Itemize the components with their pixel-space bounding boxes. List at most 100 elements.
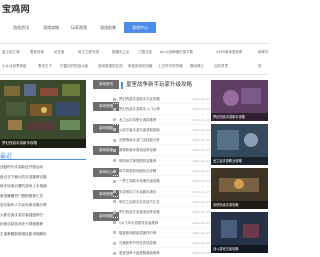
news-date: 2021-01-23 [192,210,210,215]
thumbnail-card[interactable]: 剑侠情缘手游攻略 [211,168,268,209]
list-item[interactable]: 新手玩家必看的游戏上手指南 [0,182,86,192]
news-date: 2021-01-23 [192,230,210,235]
tag-link[interactable]: 奇迹系统的战备 [128,61,153,71]
list-item[interactable]: 奇迹暖暖热门搭配推荐汇总 [0,192,86,202]
tag-link[interactable]: 游戏英雄的生死 [98,61,123,71]
nav-item-videos[interactable]: 玩家视频 [66,22,92,33]
left-list-divider [0,159,86,160]
news-date: 2021-01-23 [192,220,210,225]
thumbnail-column: 梦幻西游手游新手攻略 龙之谷手游职业攻略 剑侠情缘手游攻略 战斗游戏王者攻略 [211,80,268,256]
bullet-icon [113,169,116,173]
tag-link[interactable]: 三国万品 [138,47,152,57]
bullet-icon [113,107,116,111]
tag-link[interactable]: gtr斗战神魂记录下载 [160,47,193,57]
tag-link[interactable]: 4399游戏进攻奇 [216,47,242,57]
news-row[interactable]: 明日之后新手生存技巧汇总 2021-01-23 [113,197,210,208]
news-row[interactable]: 龙之谷手游职业选择推荐 2021-01-23 [113,115,210,125]
thumbnail-card[interactable]: 梦幻西游手游新手攻略 [211,80,268,121]
main-nav: 游戏资讯 游戏攻略 玩家视频 游戏前景 游戏中心 [0,22,268,34]
news-row[interactable]: 皇室战争卡组搭配最新推荐 2021-01-23 [113,248,210,257]
news-title: 明日之后新手生存技巧汇总 [119,199,160,204]
tag-link[interactable]: 上古时代的灵魂 [158,61,183,71]
featured-slide-image [0,80,86,148]
list-item[interactable]: 王者荣耀新英雄技能详细解析 [0,230,86,240]
tag-link[interactable]: 帝王之弈光恒 [78,47,99,57]
bullet-icon [113,241,116,245]
news-row[interactable]: 天涯明月刀手游副本通关 2021-01-23 [113,187,210,197]
news-title: 梦幻西游手游宝宝培养攻略 [119,210,160,215]
tag-link[interactable]: 国潮光之尖 [112,47,130,57]
news-row[interactable]: 梦幻西游手游宝宝培养攻略 2021-01-23 [113,207,210,218]
category-tag[interactable]: 游戏资讯 [93,80,119,89]
list-item[interactable]: 火影忍者手游忍者强度排行 [0,211,86,221]
tag-link[interactable]: 小斗冰世界奇迹 [2,61,27,71]
bullet-icon [113,138,116,142]
news-row[interactable]: 光遇新季节任务完成攻略 2021-01-23 [113,238,210,249]
news-title: 一梦江湖新手快速升级攻略 [119,179,160,184]
tag-link[interactable]: 金士的江湖 [2,47,20,57]
tag-link[interactable]: 云际灵境 [214,61,228,71]
news-date: 2021-01-23 [192,179,210,184]
nav-item-news[interactable]: 游戏资讯 [8,22,34,33]
featured-slide[interactable]: 梦幻西游手游新手攻略 [0,80,86,148]
news-date: 2021-01-23 [192,241,210,246]
site-logo-subtitle: BAOJIWANG.COM [2,12,20,14]
tag-link[interactable]: 灯翼社的的战斗版 [60,61,88,71]
tag-link[interactable]: 帧率光 [258,47,269,57]
tag-link[interactable]: 纪念宝 [54,47,65,57]
news-row[interactable]: 和平精英新地图玩法详解 2021-01-23 [113,166,210,177]
thumbnail-caption: 梦幻西游手游新手攻略 [211,113,268,121]
news-date: 2021-01-23 [192,169,210,174]
news-row[interactable]: 原神新版本角色培养攻略 2021-01-23 [113,145,210,156]
news-row[interactable]: QQ飞车手游赛车改装推荐 2021-01-23 [113,218,210,228]
tag-link[interactable]: 零氪传奇 [30,47,44,57]
news-date: 2021-01-23 [192,138,210,143]
thumbnail-card[interactable]: 战斗游戏王者攻略 [211,212,268,253]
nav-item-game-center[interactable]: 游戏中心 [124,22,156,33]
news-title: 天涯明月刀手游副本通关 [119,189,157,194]
list-item[interactable]: 盘点当下最火的手游推荐合集 [0,173,86,183]
news-date: 2021-01-23 [192,148,210,153]
news-row[interactable]: 火影忍者手游忍者获取指南 2021-01-23 [113,125,210,136]
thumbnail-caption: 战斗游戏王者攻略 [211,245,268,253]
bullet-icon [113,118,116,122]
news-headline[interactable]: 皇室战争新手玩家升级攻略 [121,80,211,91]
bullet-icon [113,148,116,152]
news-row[interactable]: 阴阳师式神搭配阵容推荐 2021-01-23 [113,156,210,167]
news-title: QQ飞车手游赛车改装推荐 [119,220,159,225]
left-article-list: 战鼓时代手游新区开服活动 盘点当下最火的手游推荐合集 新手玩家必看的游戏上手指南… [0,163,86,239]
news-row[interactable]: 碧蓝航线舰船强度排行榜 2021-01-23 [113,228,210,239]
news-date: 2021-01-23 [192,107,210,112]
bullet-icon [113,221,116,225]
news-title: 光遇新季节任务完成攻略 [119,241,157,246]
nav-item-prospects[interactable]: 游戏前景 [95,22,121,33]
tag-link[interactable]: 霸战骑士 [190,61,204,71]
news-title: 梦幻西游手游新手入门心得 [119,107,160,112]
list-item[interactable]: 恋与制作人平民玩家攻略分享 [0,201,86,211]
list-item[interactable]: 玩家自制游戏关卡视频推荐 [0,220,86,230]
thumbnail-card[interactable]: 龙之谷手游职业攻略 [211,124,268,165]
news-row[interactable]: 梦幻西游手游新手入门心得 2021-01-23 [113,104,210,115]
news-date: 2021-01-23 [192,251,210,256]
bullet-icon [113,97,116,101]
header: 宝鸡网 BAOJIWANG.COM [0,0,268,16]
news-title: 皇室战争卡组搭配最新推荐 [119,251,160,256]
news-title: 碧蓝航线舰船强度排行榜 [119,230,157,235]
nav-item-guides[interactable]: 游戏攻略 [38,22,64,33]
bullet-icon [113,190,116,194]
news-list: 梦幻西游手游新手平民攻略 2021-01-23 梦幻西游手游新手入门心得 2021-… [113,94,210,257]
tag-link[interactable]: 零世王下 [38,61,52,71]
news-title: 原神新版本角色培养攻略 [119,148,157,153]
news-title: 阴阳师式神搭配阵容推荐 [119,158,157,163]
news-title: 剑侠情缘手游门派技能分析 [119,138,160,143]
news-row[interactable]: 梦幻西游手游新手平民攻略 2021-01-23 [113,94,210,105]
bullet-icon [113,231,116,235]
news-date: 2021-01-23 [192,127,210,132]
news-row[interactable]: 剑侠情缘手游门派技能分析 2021-01-23 [113,135,210,146]
news-row[interactable]: 一梦江湖新手快速升级攻略 2021-01-23 [113,176,210,187]
list-item[interactable]: 战鼓时代手游新区开服活动 [0,163,86,173]
bullet-icon [113,159,116,163]
headline-accent-bar [121,82,123,89]
news-date: 2021-01-23 [192,97,210,101]
tag-link[interactable]: 伯 [258,61,262,71]
